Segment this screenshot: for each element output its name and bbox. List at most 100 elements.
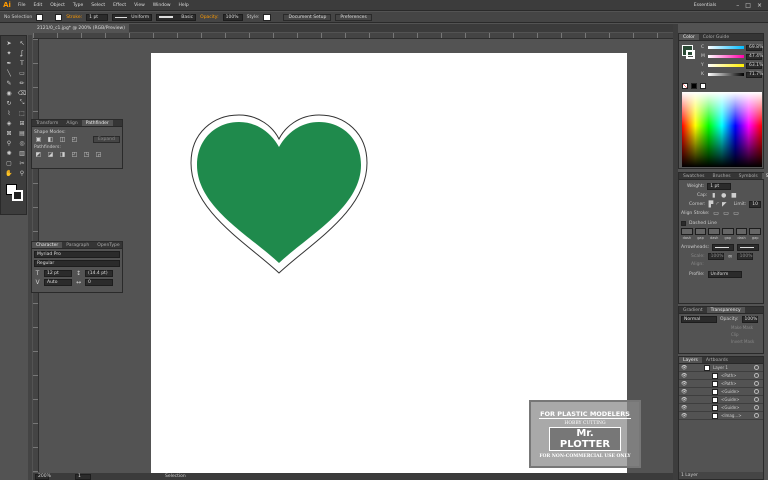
menu-file[interactable]: File xyxy=(14,3,30,8)
target-circle-icon[interactable] xyxy=(754,389,759,394)
miter-join-icon[interactable]: ▛ xyxy=(709,201,714,208)
outline-icon[interactable]: ◳ xyxy=(83,151,90,158)
trim-icon[interactable]: ◪ xyxy=(47,151,54,158)
channel-value[interactable]: 63.1% xyxy=(746,62,763,69)
menu-select[interactable]: Select xyxy=(87,3,109,8)
target-circle-icon[interactable] xyxy=(754,365,759,370)
heart-artwork[interactable] xyxy=(187,111,371,275)
align-inside-icon[interactable]: ▭ xyxy=(723,210,730,217)
dashed-line-checkbox[interactable] xyxy=(681,221,686,226)
tab-paragraph[interactable]: Paragraph xyxy=(62,242,93,248)
dash-field-2[interactable] xyxy=(708,228,721,235)
align-center-icon[interactable]: ▭ xyxy=(713,210,720,217)
preferences-button[interactable]: Preferences xyxy=(335,13,372,21)
channel-value[interactable]: 71.7% xyxy=(746,71,763,78)
selection-tool-icon[interactable]: ➤ xyxy=(4,39,14,47)
paintbrush-tool-icon[interactable]: ✎ xyxy=(4,79,14,87)
scale-start-field[interactable]: 100% xyxy=(707,253,724,260)
menu-edit[interactable]: Edit xyxy=(30,3,47,8)
crop-icon[interactable]: ◰ xyxy=(71,151,78,158)
direct-selection-tool-icon[interactable]: ↖ xyxy=(17,39,27,47)
font-style-field[interactable]: Regular xyxy=(34,260,120,267)
magic-wand-tool-icon[interactable]: ✦ xyxy=(4,49,14,57)
shape-builder-tool-icon[interactable]: ◈ xyxy=(4,119,14,127)
leading-field[interactable]: (14.4 pt) xyxy=(85,270,113,277)
tab-transparency[interactable]: Transparency xyxy=(706,307,745,313)
round-cap-icon[interactable]: ● xyxy=(720,192,727,199)
target-circle-icon[interactable] xyxy=(754,397,759,402)
white-swatch[interactable] xyxy=(700,83,706,89)
pencil-tool-icon[interactable]: ✏ xyxy=(17,79,27,87)
font-size-field[interactable]: 12 pt xyxy=(44,270,72,277)
transparency-opacity-field[interactable]: 100% xyxy=(741,316,758,323)
channel-value[interactable]: 69.8% xyxy=(746,44,763,51)
tab-symbols[interactable]: Symbols xyxy=(735,173,762,179)
butt-cap-icon[interactable]: ▮ xyxy=(710,192,717,199)
transparency-option[interactable]: Invert Mask xyxy=(731,339,763,346)
align-outside-icon[interactable]: ▭ xyxy=(733,210,740,217)
zoom-field[interactable]: 200% xyxy=(35,473,51,480)
expand-button[interactable]: Expand xyxy=(93,136,120,143)
intersect-icon[interactable]: ◫ xyxy=(59,136,66,143)
menu-view[interactable]: View xyxy=(130,3,149,8)
artboard-tool-icon[interactable]: ▢ xyxy=(4,159,14,167)
target-circle-icon[interactable] xyxy=(754,381,759,386)
profile-select[interactable]: Uniform xyxy=(707,271,742,278)
eraser-tool-icon[interactable]: ⌫ xyxy=(17,89,27,97)
mesh-tool-icon[interactable]: ⊠ xyxy=(4,129,14,137)
color-spectrum[interactable] xyxy=(682,92,762,167)
gap-field-2[interactable] xyxy=(722,228,734,235)
layer-row[interactable]: 👁 <Path> xyxy=(679,380,763,388)
eyedropper-tool-icon[interactable]: ⚲ xyxy=(4,139,14,147)
projecting-cap-icon[interactable]: ■ xyxy=(730,192,737,199)
tab-swatches[interactable]: Swatches xyxy=(679,173,709,179)
menu-help[interactable]: Help xyxy=(175,3,193,8)
menu-object[interactable]: Object xyxy=(46,3,69,8)
stroke-weight-field[interactable]: 1 pt xyxy=(86,13,109,21)
target-circle-icon[interactable] xyxy=(754,413,759,418)
blend-mode-select[interactable]: Normal xyxy=(681,316,717,323)
color-stroke-icon[interactable] xyxy=(686,50,695,59)
target-circle-icon[interactable] xyxy=(754,373,759,378)
end-arrowhead-select[interactable] xyxy=(737,244,760,251)
start-arrowhead-select[interactable] xyxy=(712,244,735,251)
visibility-eye-icon[interactable]: 👁 xyxy=(681,405,687,411)
visibility-eye-icon[interactable]: 👁 xyxy=(681,373,687,379)
layer-row[interactable]: 👁 <Guide> xyxy=(679,396,763,404)
none-swatch-icon[interactable] xyxy=(682,83,688,89)
tab-opentype[interactable]: OpenType xyxy=(93,242,123,248)
scale-tool-icon[interactable]: ⤡ xyxy=(17,99,27,107)
style-swatch[interactable] xyxy=(263,13,272,21)
tab-stroke[interactable]: Stroke xyxy=(761,173,768,179)
divide-icon[interactable]: ◩ xyxy=(35,151,42,158)
document-setup-button[interactable]: Document Setup xyxy=(283,13,332,21)
link-icon[interactable]: ∞ xyxy=(727,253,734,260)
opacity-field[interactable]: 100% xyxy=(222,13,243,21)
tab-layers[interactable]: Layers xyxy=(679,357,702,363)
channel-slider[interactable] xyxy=(708,64,744,67)
gap-field-1[interactable] xyxy=(694,228,707,235)
workspace-switcher[interactable]: Essentials xyxy=(694,3,717,8)
channel-slider[interactable] xyxy=(708,73,744,76)
blend-tool-icon[interactable]: ◎ xyxy=(17,139,27,147)
minus-front-icon[interactable]: ◧ xyxy=(47,136,54,143)
channel-slider[interactable] xyxy=(708,55,744,58)
visibility-eye-icon[interactable]: 👁 xyxy=(681,389,687,395)
target-circle-icon[interactable] xyxy=(754,405,759,410)
tab-transform[interactable]: Transform xyxy=(32,120,62,126)
pen-tool-icon[interactable]: ✒ xyxy=(4,59,14,67)
dash-field-1[interactable] xyxy=(681,228,693,235)
layer-row[interactable]: 👁 Layer 1 xyxy=(679,364,763,372)
fill-swatch[interactable] xyxy=(36,13,44,21)
free-transform-tool-icon[interactable]: ⬚ xyxy=(17,109,27,117)
channel-value[interactable]: 47.4% xyxy=(746,53,763,60)
tab-align[interactable]: Align xyxy=(62,120,81,126)
document-tab[interactable]: 2121/0_c1.jpg* @ 200% (RGB/Preview) xyxy=(33,24,673,32)
rotate-tool-icon[interactable]: ↻ xyxy=(4,99,14,107)
dash-field-3[interactable] xyxy=(735,228,748,235)
variable-width-profile[interactable]: Uniform xyxy=(112,13,153,21)
menu-window[interactable]: Window xyxy=(149,3,175,8)
slice-tool-icon[interactable]: ✂ xyxy=(17,159,27,167)
unite-icon[interactable]: ▣ xyxy=(35,136,42,143)
layer-row[interactable]: 👁 <Imag...> xyxy=(679,412,763,420)
